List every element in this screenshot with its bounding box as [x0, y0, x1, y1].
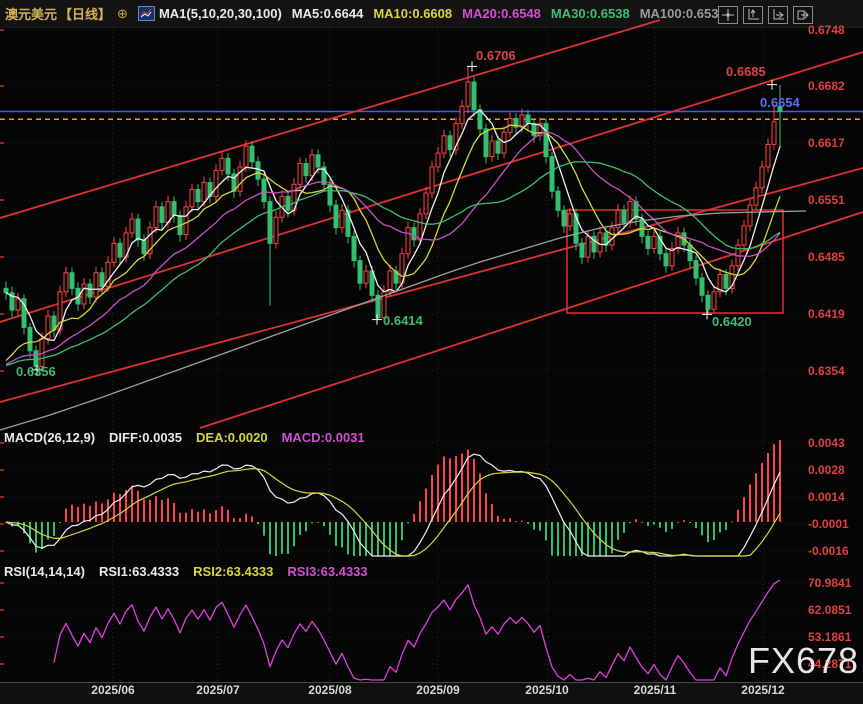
rsi-line [54, 580, 780, 680]
macd-lines [6, 454, 780, 556]
left-axis-ticks [0, 30, 4, 664]
trading-chart-window: 澳元美元 【日线】 ⊕ MA1(5,10,20,30,100) MA5:0.66… [0, 0, 863, 704]
reference-lines [0, 111, 863, 119]
grid-lines [0, 28, 806, 682]
chart-plot-area[interactable] [0, 0, 863, 704]
